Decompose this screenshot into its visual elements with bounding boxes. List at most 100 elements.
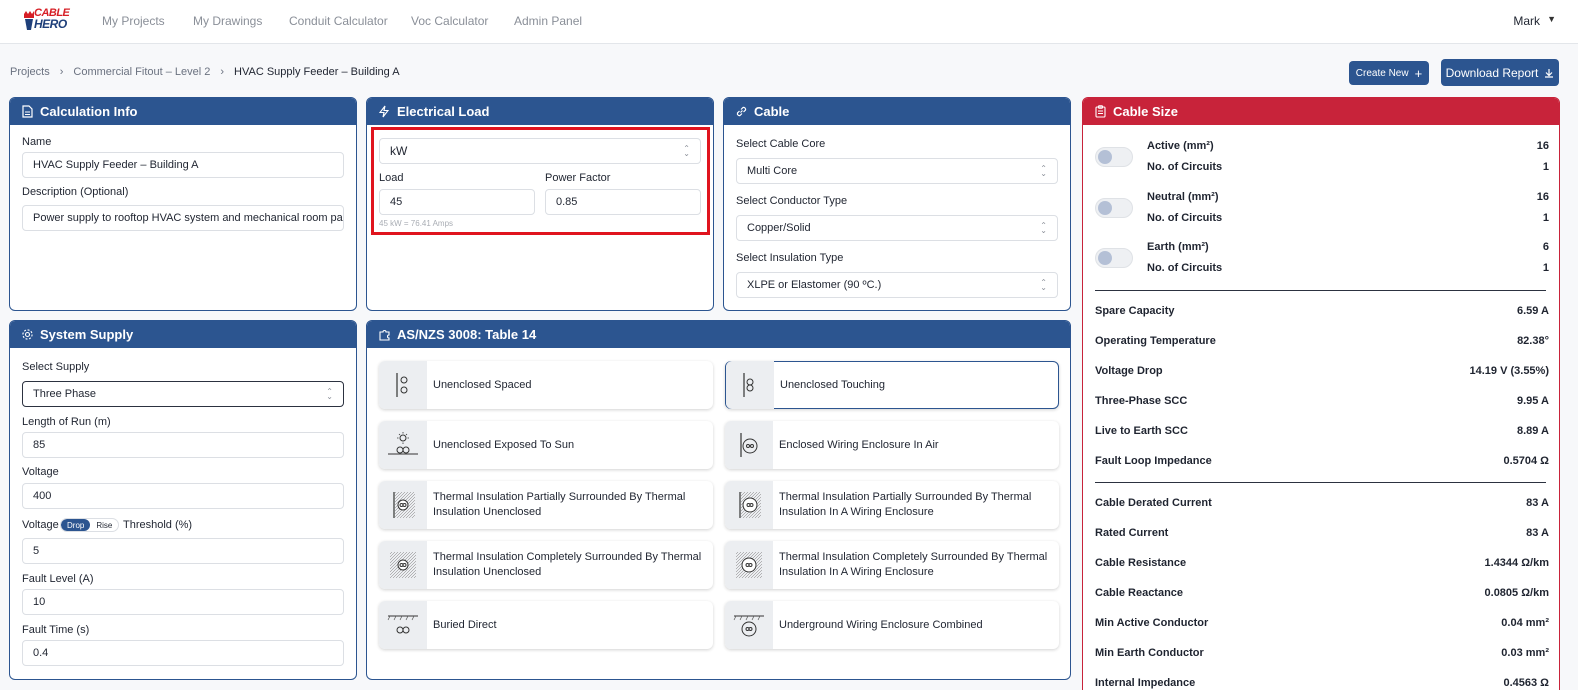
earth-toggle[interactable] <box>1095 248 1133 268</box>
insulation-type-label: Select Insulation Type <box>736 252 844 264</box>
three-phase-scc-value: 9.95 A <box>1516 395 1549 407</box>
download-report-label: Download Report <box>1445 65 1539 80</box>
calculation-info-title: Calculation Info <box>40 104 138 119</box>
cable-size-panel: Cable Size Active (mm²) 16 No. of Circui… <box>1082 97 1560 690</box>
tile-label: Thermal Insulation Partially Surrounded … <box>779 491 1032 518</box>
nav-conduit-calculator[interactable]: Conduit Calculator <box>289 14 388 28</box>
threshold-input[interactable]: 5 <box>22 538 344 564</box>
nav-my-projects[interactable]: My Projects <box>102 14 165 28</box>
install-thermal-complete-unenclosed[interactable]: Thermal Insulation Completely Surrounded… <box>379 541 713 589</box>
install-thermal-partial-unenclosed[interactable]: Thermal Insulation Partially Surrounded … <box>379 481 713 529</box>
neutral-circuits-value: 1 <box>1542 212 1549 224</box>
cable-core-label: Select Cable Core <box>736 138 826 150</box>
fault-time-input[interactable]: 0.4 <box>22 640 344 666</box>
table14-title: AS/NZS 3008: Table 14 <box>397 327 537 342</box>
neutral-value: 16 <box>1536 191 1549 203</box>
chevron-right-icon: › <box>220 66 225 78</box>
neutral-circuits-label: No. of Circuits <box>1147 212 1223 224</box>
touching-icon <box>726 361 774 409</box>
rise-option[interactable]: Rise <box>90 519 118 531</box>
gear-icon <box>20 328 34 342</box>
breadcrumb-project[interactable]: Commercial Fitout – Level 2 <box>73 66 210 78</box>
spare-capacity-label: Spare Capacity <box>1095 305 1175 317</box>
install-exposed-to-sun[interactable]: Unenclosed Exposed To Sun <box>379 421 713 469</box>
install-thermal-complete-enclosure[interactable]: Thermal Insulation Completely Surrounded… <box>725 541 1059 589</box>
install-underground-enclosure[interactable]: Underground Wiring Enclosure Combined <box>725 601 1059 649</box>
install-unenclosed-spaced[interactable]: Unenclosed Spaced <box>379 361 713 409</box>
clipboard-icon <box>1093 105 1107 119</box>
internal-impedance-label: Internal Impedance <box>1095 677 1196 689</box>
live-to-earth-scc-value: 8.89 A <box>1516 425 1549 437</box>
tile-label: Thermal Insulation Completely Surrounded… <box>433 551 702 578</box>
link-icon <box>734 105 748 119</box>
cable-panel: Cable Select Cable Core Multi Core ⌃ ⌄ Se… <box>723 97 1071 311</box>
voltage-drop-label: Voltage Drop <box>1095 365 1163 377</box>
select-supply-label: Select Supply <box>22 361 90 373</box>
underground-icon <box>725 601 773 649</box>
tile-label: Buried Direct <box>433 618 497 631</box>
document-icon <box>20 105 34 119</box>
operating-temperature-label: Operating Temperature <box>1095 335 1216 347</box>
chevron-down-icon[interactable]: ▼ <box>1547 14 1556 24</box>
description-label: Description (Optional) <box>22 186 129 198</box>
tile-label: Unenclosed Spaced <box>433 378 532 391</box>
tile-label: Unenclosed Exposed To Sun <box>433 438 575 451</box>
user-menu[interactable]: Mark <box>1513 14 1540 28</box>
breadcrumb-projects[interactable]: Projects <box>10 66 50 78</box>
cable-core-select[interactable]: Multi Core ⌃ ⌄ <box>736 158 1058 184</box>
install-enclosure-in-air[interactable]: Enclosed Wiring Enclosure In Air <box>725 421 1059 469</box>
length-input[interactable]: 85 <box>22 432 344 458</box>
thermal-complete-enclosure-icon <box>725 541 773 589</box>
name-label: Name <box>22 136 52 148</box>
nav-voc-calculator[interactable]: Voc Calculator <box>411 14 488 28</box>
earth-label: Earth (mm²) <box>1147 241 1209 253</box>
drop-rise-toggle[interactable]: Drop Rise <box>60 518 120 532</box>
conductor-type-select[interactable]: Copper/Solid ⌃ ⌄ <box>736 215 1058 241</box>
select-arrows-icon: ⌃ ⌄ <box>326 387 333 401</box>
active-circuits-label: No. of Circuits <box>1147 161 1223 173</box>
install-buried-direct[interactable]: Buried Direct <box>379 601 713 649</box>
puzzle-icon <box>377 328 391 342</box>
system-supply-title: System Supply <box>40 327 134 342</box>
select-arrows-icon: ⌃ ⌄ <box>1040 278 1047 292</box>
supply-value: Three Phase <box>33 388 96 400</box>
sun-icon <box>379 421 427 469</box>
table14-panel: AS/NZS 3008: Table 14 Unenclosed Spaced … <box>366 320 1071 680</box>
active-circuits-value: 1 <box>1542 161 1549 173</box>
insulation-type-select[interactable]: XLPE or Elastomer (90 ºC.) ⌃ ⌄ <box>736 272 1058 298</box>
min-active-conductor-value: 0.04 mm² <box>1501 617 1549 629</box>
length-value: 85 <box>33 439 46 451</box>
breadcrumb: Projects › Commercial Fitout – Level 2 › HVA… <box>10 66 400 78</box>
fault-loop-impedance-value: 0.5704 Ω <box>1503 455 1549 467</box>
install-unenclosed-touching[interactable]: Unenclosed Touching <box>725 361 1059 409</box>
voltage-threshold-prefix: Voltage <box>22 519 59 531</box>
divider <box>1095 482 1546 483</box>
neutral-toggle[interactable] <box>1095 198 1133 218</box>
divider <box>1095 290 1546 291</box>
cable-hero-logo[interactable]: CABLE HERO <box>22 8 70 34</box>
enclosure-air-icon <box>725 421 773 469</box>
voltage-input[interactable]: 400 <box>22 483 344 509</box>
tile-label: Thermal Insulation Completely Surrounded… <box>779 551 1048 578</box>
download-report-button[interactable]: Download Report <box>1441 59 1559 86</box>
nav-admin-panel[interactable]: Admin Panel <box>514 14 582 28</box>
supply-select[interactable]: Three Phase ⌃ ⌄ <box>22 381 344 407</box>
active-toggle[interactable] <box>1095 147 1133 167</box>
name-input[interactable]: HVAC Supply Feeder – Building A <box>22 152 344 178</box>
earth-circuits-value: 1 <box>1542 262 1549 274</box>
create-new-button[interactable]: Create New + <box>1349 61 1429 85</box>
top-nav: CABLE HERO My Projects My Drawings Condu… <box>0 0 1578 44</box>
three-phase-scc-label: Three-Phase SCC <box>1095 395 1188 407</box>
electrical-load-title: Electrical Load <box>397 104 490 119</box>
breadcrumb-current: HVAC Supply Feeder – Building A <box>234 66 400 78</box>
create-new-label: Create New <box>1355 67 1409 79</box>
derated-current-label: Cable Derated Current <box>1095 497 1212 509</box>
description-input[interactable]: Power supply to rooftop HVAC system and … <box>22 205 344 231</box>
calculation-info-panel: Calculation Info Name HVAC Supply Feeder… <box>9 97 357 311</box>
download-icon <box>1545 68 1554 78</box>
install-thermal-partial-enclosure[interactable]: Thermal Insulation Partially Surrounded … <box>725 481 1059 529</box>
fault-level-input[interactable]: 10 <box>22 589 344 615</box>
tile-label: Underground Wiring Enclosure Combined <box>779 618 983 631</box>
nav-my-drawings[interactable]: My Drawings <box>193 14 262 28</box>
drop-option[interactable]: Drop <box>61 519 91 531</box>
